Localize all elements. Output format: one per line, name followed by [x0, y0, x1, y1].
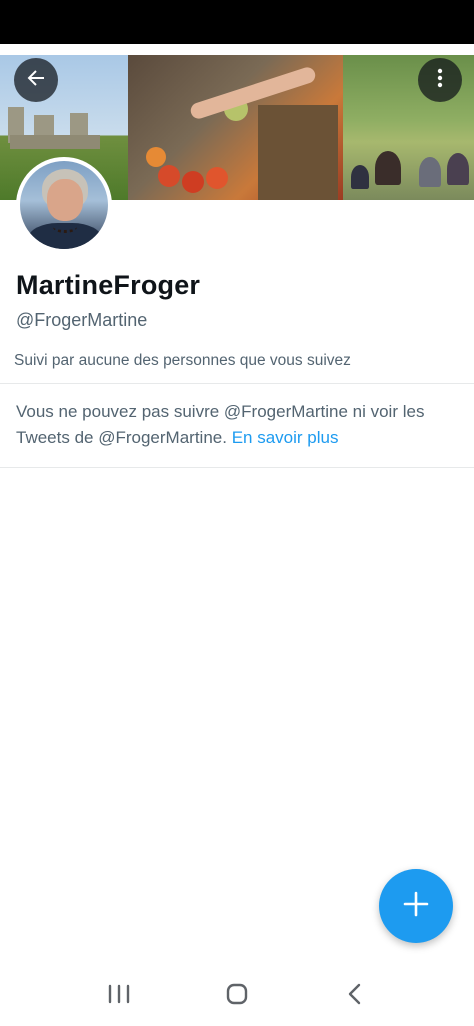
home-button[interactable]	[217, 976, 257, 1016]
status-bar	[0, 0, 474, 44]
avatar-image	[20, 161, 108, 249]
followed-by-text: Suivi par aucune des personnes que vous …	[14, 352, 351, 369]
system-back-button[interactable]	[335, 976, 375, 1016]
learn-more-link[interactable]: En savoir plus	[232, 428, 339, 447]
divider	[0, 383, 474, 384]
more-options-button[interactable]	[418, 58, 462, 102]
profile-avatar[interactable]	[16, 157, 112, 253]
recents-button[interactable]	[99, 976, 139, 1016]
protected-account-notice: Vous ne pouvez pas suivre @FrogerMartine…	[16, 399, 462, 451]
arrow-left-icon	[24, 66, 48, 95]
compose-tweet-button[interactable]	[379, 869, 453, 943]
display-name: MartineFroger	[16, 270, 201, 300]
divider	[0, 467, 474, 468]
back-chevron-icon	[345, 982, 365, 1011]
plus-icon	[402, 890, 430, 923]
home-icon	[224, 981, 250, 1012]
system-navigation-bar	[0, 966, 474, 1026]
banner-market-image	[128, 55, 343, 200]
back-button[interactable]	[14, 58, 58, 102]
protected-notice-text: Vous ne pouvez pas suivre @FrogerMartine…	[16, 402, 425, 447]
user-handle: @FrogerMartine	[16, 310, 148, 330]
recents-icon	[106, 983, 132, 1010]
more-vertical-icon	[428, 66, 452, 95]
